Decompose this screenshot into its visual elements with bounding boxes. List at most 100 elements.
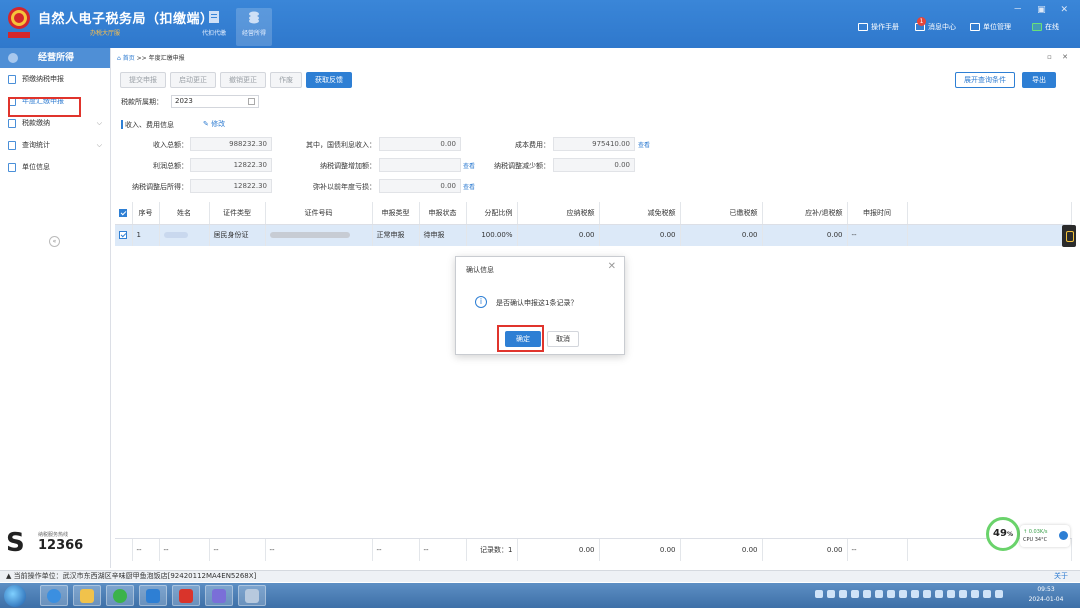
get-feedback-button[interactable]: 获取反馈 (306, 72, 352, 88)
expand-query-button[interactable]: 展开查询条件 (955, 72, 1015, 88)
taskbar-wps-icon[interactable] (172, 585, 200, 606)
user-icon: ▲ (6, 572, 12, 580)
col-id-type: 证件类型 (209, 202, 266, 225)
table-row[interactable]: 1 居民身份证 正常申报 待申报 100.00% 0.00 0.00 0.00 … (115, 224, 1072, 246)
taskbar-photos-icon[interactable] (205, 585, 233, 606)
unit-management-label: 单位管理 (983, 23, 1011, 31)
window-controls[interactable]: － ▣ ✕ (1013, 2, 1074, 15)
cost-view-link[interactable]: 查看 (638, 140, 650, 149)
perf-percent: 49 (993, 528, 1007, 539)
about-link[interactable]: 关于 (1054, 571, 1068, 582)
manual-link[interactable]: 操作手册 (858, 22, 899, 32)
adj-increase-label: 纳税调整增加额： (320, 162, 376, 170)
module-withholding[interactable]: 代扣代缴 (196, 8, 232, 46)
breadcrumb: ⌂ 首页 >> 年度汇缴申报 (117, 53, 185, 62)
col-id-number: 证件号码 (265, 202, 373, 225)
tray-icon[interactable] (959, 590, 967, 598)
sidebar-item-label: 查询统计 (22, 141, 50, 149)
info-icon: i (475, 296, 487, 308)
home-label: 首页 (122, 55, 135, 62)
system-tray[interactable] (815, 590, 1015, 602)
sidebar-item-prepay[interactable]: 预缴纳税申报 (0, 68, 110, 90)
row-checkbox[interactable] (115, 224, 133, 246)
tray-icon[interactable] (863, 590, 871, 598)
export-button[interactable]: 导出 (1022, 72, 1056, 88)
online-status[interactable]: 在线 (1032, 22, 1059, 32)
chevron-down-icon: ⌵ (96, 119, 102, 127)
performance-details: ↑ 0.03K/s CPU 34°C (1020, 525, 1070, 547)
tray-icon[interactable] (839, 590, 847, 598)
col-decl-time: 申报时间 (847, 202, 908, 225)
cell-decl-type: 正常申报 (372, 224, 420, 246)
tray-icon[interactable] (815, 590, 823, 598)
calendar-icon[interactable] (248, 98, 255, 105)
tray-icon[interactable] (995, 590, 1003, 598)
taskbar-ie-icon[interactable] (40, 585, 68, 606)
tab-controls[interactable]: ▫ ✕ (1047, 53, 1072, 61)
breadcrumb-home[interactable]: ⌂ 首页 (117, 55, 135, 62)
cell-index: 1 (132, 224, 160, 246)
bond-interest-field: 0.00 (379, 137, 461, 151)
dialog-message: 是否确认申报这1条记录？ (496, 299, 578, 307)
close-icon[interactable]: ✕ (608, 261, 616, 272)
book-icon (858, 23, 868, 31)
col-decl-status: 申报状态 (419, 202, 467, 225)
adj-profit-label: 纳税调整后所得： (132, 183, 188, 191)
footer-cell: -- (132, 539, 160, 561)
document-icon (209, 11, 219, 23)
sidebar-collapse-button[interactable]: « (49, 236, 60, 247)
start-correction-button[interactable]: 启动更正 (170, 72, 216, 88)
edit-link[interactable]: ✎ 修改 (203, 119, 225, 129)
tray-icon[interactable] (935, 590, 943, 598)
tray-icon[interactable] (851, 590, 859, 598)
coins-icon (249, 11, 259, 24)
edit-label: 修改 (211, 120, 226, 128)
start-button[interactable] (4, 585, 26, 607)
perf-percent-sign: % (1006, 531, 1013, 538)
section-title: 收入、费用信息 (121, 120, 174, 129)
online-label: 在线 (1045, 23, 1059, 31)
payment-icon (8, 119, 16, 128)
loss-view-link[interactable]: 查看 (463, 182, 475, 191)
taskbar-tax-app-icon[interactable] (139, 585, 167, 606)
confirm-cancel-button[interactable]: 取消 (547, 331, 579, 347)
cell-tax-relief: 0.00 (599, 224, 681, 246)
tray-icon[interactable] (923, 590, 931, 598)
submit-declaration-button[interactable]: 提交申报 (120, 72, 166, 88)
adj-decrease-label: 纳税调整减少额： (494, 162, 550, 170)
app-subtitle: 办税大厅服 (90, 30, 121, 37)
sidebar-header: 经营所得 (0, 48, 110, 68)
app-title: 自然人电子税务局（扣缴端） (38, 12, 214, 27)
period-input[interactable]: 2023 (171, 95, 259, 108)
unit-management-link[interactable]: 单位管理 (970, 22, 1011, 32)
taskbar-folder-icon[interactable] (73, 585, 101, 606)
col-name: 姓名 (159, 202, 210, 225)
boost-icon[interactable] (1059, 531, 1068, 540)
taskbar-browser-icon[interactable] (106, 585, 134, 606)
footer-cell: -- (159, 539, 210, 561)
void-button[interactable]: 作废 (270, 72, 302, 88)
adj-increase-view-link[interactable]: 查看 (463, 161, 475, 170)
module-business-income[interactable]: 经营所得 (236, 8, 272, 46)
cell-ratio: 100.00% (466, 224, 518, 246)
tray-icon[interactable] (947, 590, 955, 598)
footer-cell: -- (209, 539, 266, 561)
tray-icon[interactable] (899, 590, 907, 598)
tray-icon[interactable] (875, 590, 883, 598)
sidebar-item-query[interactable]: 查询统计 ⌵ (0, 134, 110, 156)
taskbar-app-icon[interactable] (238, 585, 266, 606)
side-dock-icon[interactable] (1062, 225, 1076, 247)
cancel-correction-button[interactable]: 撤销更正 (220, 72, 266, 88)
adj-profit-field: 12822.30 (190, 179, 272, 193)
tray-icon[interactable] (911, 590, 919, 598)
adj-increase-field (379, 158, 461, 172)
loss-label: 弥补以前年度亏损： (313, 183, 376, 191)
tray-icon[interactable] (827, 590, 835, 598)
taskbar-clock[interactable]: 09:53 2024-01-04 (1022, 585, 1070, 605)
tray-icon[interactable] (971, 590, 979, 598)
sidebar-item-unit-info[interactable]: 单位信息 (0, 156, 110, 178)
select-all-checkbox[interactable] (115, 202, 133, 225)
performance-gauge[interactable]: 49% (986, 517, 1020, 551)
tray-icon[interactable] (983, 590, 991, 598)
tray-icon[interactable] (887, 590, 895, 598)
